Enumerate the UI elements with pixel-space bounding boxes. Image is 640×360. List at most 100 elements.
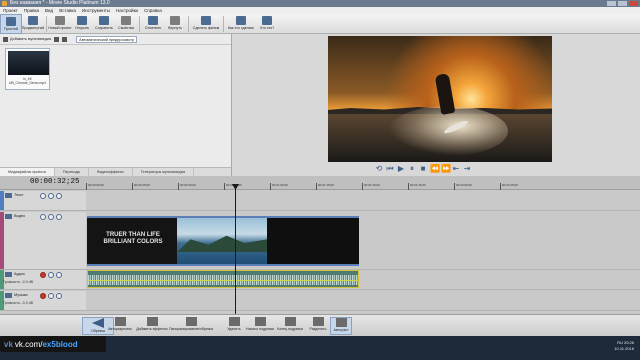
video-preview-pane: ⟲ ⏮ ▶ ⏸ ■ ⏪ ⏩ ⇤ ⇥ [233,34,640,176]
redo-button[interactable]: Вернуть [164,14,186,34]
auto-ripple-button[interactable]: Автоузел [330,317,352,335]
save-button[interactable]: Сохранить [93,14,115,34]
clip-frame-title: TRUER THAN LIFE BRILLIANT COLORS [87,218,177,264]
auto-preview-toggle[interactable]: Автоматический предпросмотр [76,35,137,43]
play-icon[interactable]: ▶ [397,165,405,173]
remove-media-icon[interactable] [54,36,60,42]
menu-settings[interactable]: Настройки [116,7,138,14]
track-mute-button[interactable] [48,193,54,199]
window-title: Без названия * - Movie Studio Platinum 1… [10,0,110,6]
media-thumbnail-caption: in_4K UB_Chrome_Demo.mp4 [8,77,47,85]
minimize-button[interactable] [607,1,616,6]
track-header-text[interactable]: Текст [0,191,86,211]
video-clip[interactable]: TRUER THAN LIFE BRILLIANT COLORS [87,216,359,266]
lane-music[interactable] [86,291,640,311]
vk-logo-icon: vk [4,339,13,349]
lane-text[interactable] [86,191,640,211]
menu-tools[interactable]: Инструменты [82,7,110,14]
trim-start-button[interactable]: Начало подрезки [244,317,276,335]
ruler-tick: 00:00:00;00 [86,183,104,190]
clip-title-text: TRUER THAN LIFE BRILLIANT COLORS [103,232,163,245]
undo-button[interactable]: Отменить [142,14,164,34]
trim-icon [92,318,104,328]
ruler-tick: 00:02:15;00 [500,183,518,190]
playhead[interactable] [232,184,239,314]
pan-crop-button[interactable]: Панорамирование/обрезка [166,317,216,335]
pan-crop-icon [185,317,197,326]
track-mute-button[interactable] [48,272,54,278]
maximize-button[interactable] [618,1,627,6]
advanced-mode-icon [28,16,38,25]
previous-frame-icon[interactable]: ⏪ [430,165,440,173]
go-to-start-icon[interactable]: ⇤ [452,165,460,173]
tab-project-media[interactable]: Медиафайлы проекта [0,168,55,176]
track-name: Видео [14,214,26,218]
tab-media-generators[interactable]: Генераторы мультимедиа [133,168,194,176]
open-button[interactable]: Открыть [71,14,93,34]
howto-button[interactable]: Как это сделать [226,14,256,34]
timeline: 00:00:32;25 00:00:00;00 00:00:15;00 00:0… [0,176,640,314]
watermark: vk vk.com/ex5blood [0,336,106,352]
new-project-button[interactable]: Новый проект [48,14,72,34]
audio-track-icon [5,272,12,277]
track-record-button[interactable] [40,293,46,299]
auto-ripple-icon [335,318,347,327]
stop-icon[interactable]: ■ [419,165,427,173]
track-header-audio[interactable]: Аудио Громкость: -0,0 dB [0,270,86,290]
track-solo-button[interactable] [56,193,62,199]
menu-edit[interactable]: Правка [24,7,39,14]
add-media-icon [3,36,8,42]
track-mute-button[interactable] [48,293,54,299]
clip-frame-coast [177,218,267,264]
watermark-text: vk.com/ex5blood [15,340,78,349]
ribbon-divider [46,16,47,32]
track-record-button[interactable] [40,272,46,278]
next-frame-icon[interactable]: ⏩ [441,165,451,173]
time-ruler[interactable]: 00:00:00;00 00:00:15;00 00:00:30;00 00:0… [86,183,640,190]
media-properties-icon[interactable] [62,36,68,42]
track-name: Аудио [14,272,25,276]
menu-project[interactable]: Проект [3,7,18,14]
timecode-display: 00:00:32;25 [30,178,80,186]
audio-clip[interactable] [87,270,359,288]
media-thumbnail[interactable]: in_4K UB_Chrome_Demo.mp4 [5,48,50,90]
make-movie-button[interactable]: Сделать фильм [191,14,221,34]
menu-help[interactable]: Справка [144,7,162,14]
advanced-mode-button[interactable]: Продвинутый [22,14,44,34]
go-to-end-icon[interactable]: ⇥ [463,165,471,173]
menu-view[interactable]: Вид [45,7,53,14]
pause-icon[interactable]: ⏸ [408,165,416,173]
track-header-music[interactable]: Музыка Громкость: -0,0 dB [0,291,86,311]
track-fx-button[interactable] [40,193,46,199]
save-icon [99,16,109,25]
loop-icon[interactable]: ⟲ [375,165,383,173]
watermark-handle: ex5blood [42,339,78,349]
track-fx-button[interactable] [40,214,46,220]
properties-button[interactable]: Свойства [115,14,137,34]
volume-envelope[interactable] [88,280,358,281]
track-mute-button[interactable] [48,214,54,220]
help-button[interactable]: Что это? [256,14,278,34]
menu-insert[interactable]: Вставка [59,7,76,14]
clip-mountains [177,235,267,252]
app-window: Без названия * - Movie Studio Platinum 1… [0,0,640,360]
track-solo-button[interactable] [56,293,62,299]
track-header-video[interactable]: Видео [0,212,86,270]
ruler-tick: 00:01:30;00 [362,183,380,190]
title-bar: Без названия * - Movie Studio Platinum 1… [0,0,640,7]
track-color [0,212,4,269]
close-button[interactable] [629,1,638,6]
howto-icon [236,16,246,25]
open-icon [77,16,87,25]
media-toolbar: Добавить мультимедиа Автоматический пред… [0,34,231,45]
track-solo-button[interactable] [56,214,62,220]
tab-transitions[interactable]: Переходы [55,168,90,176]
easy-mode-button[interactable]: Простой [0,14,22,34]
track-solo-button[interactable] [56,272,62,278]
keyboard-language[interactable]: RU [617,340,623,345]
play-from-start-icon[interactable]: ⏮ [386,165,394,173]
track-name: Музыка [14,293,28,297]
tab-video-effects[interactable]: Видеоэффекты [89,168,133,176]
add-media-button[interactable]: Добавить мультимедиа [3,36,51,42]
track-volume: Громкость: -0,0 dB [3,280,33,284]
